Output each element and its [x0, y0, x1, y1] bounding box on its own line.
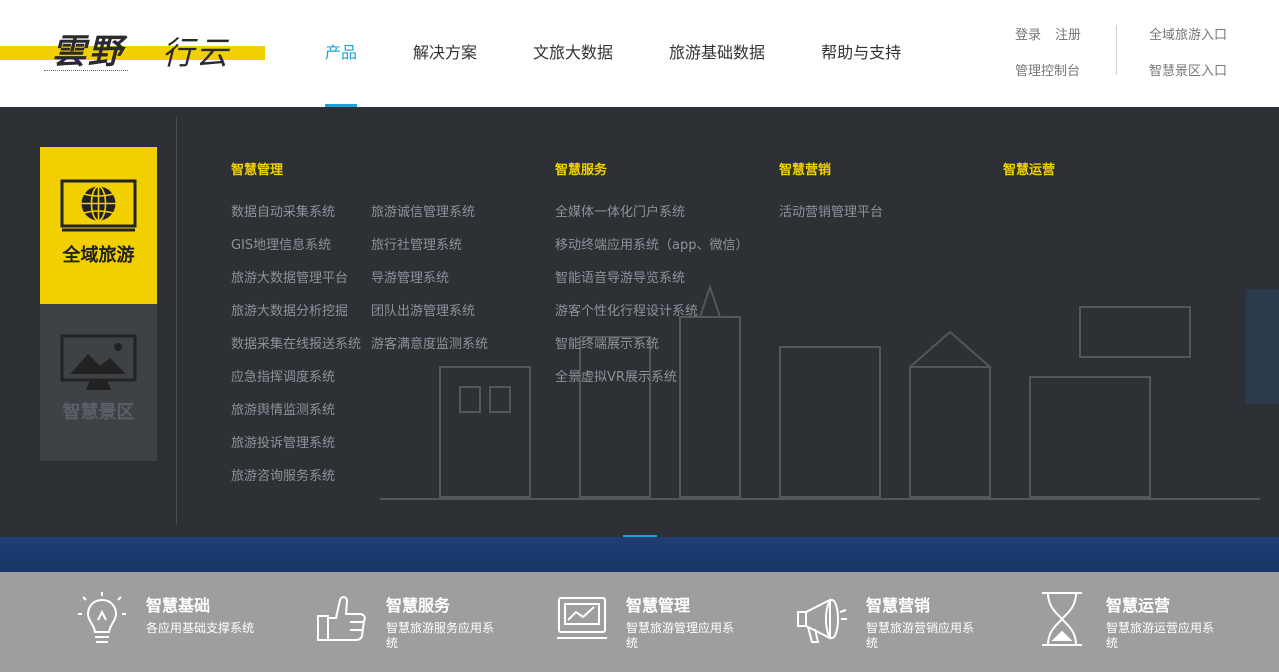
menu-item[interactable]: 旅游舆情监测系统 [231, 399, 361, 432]
menu-item[interactable]: 团队出游管理系统 [371, 300, 488, 333]
feature-description: 智慧旅游管理应用系统 [626, 621, 735, 650]
menu-item[interactable]: 旅游大数据分析挖掘 [231, 300, 361, 333]
logo-word-1: 雲野 [52, 32, 124, 72]
menu-item[interactable]: 游客个性化行程设计系统 [555, 300, 748, 333]
menu-item[interactable]: 全景虚拟VR展示系统 [555, 366, 748, 399]
nav-item-tourism-base-data[interactable]: 旅游基础数据 [669, 0, 765, 107]
feature-description: 智慧旅游服务应用系统 [386, 621, 495, 650]
menu-item[interactable]: 旅游大数据管理平台 [231, 267, 361, 300]
column-heading-management: 智慧管理 [231, 163, 284, 178]
side-floating-toolbar[interactable] [1246, 289, 1279, 404]
menu-item[interactable]: 移动终端应用系统（app、微信） [555, 234, 748, 267]
feature-description: 智慧旅游运营应用系统 [1106, 621, 1215, 650]
menu-item[interactable]: 导游管理系统 [371, 267, 488, 300]
menu-item[interactable]: 数据自动采集系统 [231, 201, 361, 234]
landscape-monitor-icon [60, 334, 137, 390]
menu-item[interactable]: 智能语音导游导览系统 [555, 267, 748, 300]
feature-description: 智慧旅游营销应用系统 [866, 621, 975, 650]
globe-icon [60, 179, 137, 232]
login-link[interactable]: 登录 [1015, 24, 1041, 43]
menu-item[interactable]: GIS地理信息系统 [231, 234, 361, 267]
column-heading-marketing: 智慧营销 [779, 163, 832, 178]
tab-smart-scenic[interactable]: 智慧景区 [40, 304, 157, 461]
feature-title: 智慧管理 [626, 596, 691, 615]
feature-title: 智慧营销 [866, 596, 931, 615]
menu-item[interactable]: 活动营销管理平台 [779, 201, 883, 234]
feature-title: 智慧基础 [146, 596, 211, 615]
nav-item-solutions[interactable]: 解决方案 [413, 0, 477, 107]
menu-item[interactable]: 旅游诚信管理系统 [371, 201, 488, 234]
menu-item[interactable]: 应急指挥调度系统 [231, 366, 361, 399]
main-nav: 产品 解决方案 文旅大数据 旅游基础数据 帮助与支持 [325, 0, 957, 107]
megaphone-icon [797, 598, 847, 643]
marketing-menu-list: 活动营销管理平台 [779, 201, 883, 234]
management-menu-list-1: 数据自动采集系统 GIS地理信息系统 旅游大数据管理平台 旅游大数据分析挖掘 数… [231, 201, 361, 498]
panel-divider [176, 117, 177, 525]
menu-item[interactable]: 旅行社管理系统 [371, 234, 488, 267]
menu-item[interactable]: 数据采集在线报送系统 [231, 333, 361, 366]
site-logo[interactable]: 雲野 行云 [0, 22, 270, 84]
header-divider [1116, 25, 1117, 75]
tab-global-tourism[interactable]: 全域旅游 [40, 147, 157, 304]
logo-underline [44, 70, 128, 71]
lightbulb-icon [78, 592, 126, 643]
feature-description: 各应用基础支撑系统 [146, 621, 255, 635]
menu-item[interactable]: 全媒体一体化门户系统 [555, 201, 748, 234]
feature-title: 智慧服务 [386, 596, 451, 615]
management-menu-list-2: 旅游诚信管理系统 旅行社管理系统 导游管理系统 团队出游管理系统 游客满意度监测… [371, 201, 488, 366]
menu-item[interactable]: 智能终端展示系统 [555, 333, 748, 366]
column-heading-operation: 智慧运营 [1003, 163, 1056, 178]
smart-scenic-entry-link[interactable]: 智慧景区入口 [1149, 60, 1227, 79]
console-link[interactable]: 管理控制台 [1015, 60, 1080, 79]
column-heading-service: 智慧服务 [555, 163, 608, 178]
feature-title: 智慧运营 [1106, 596, 1171, 615]
global-tourism-entry-link[interactable]: 全域旅游入口 [1149, 24, 1227, 43]
monitor-chart-icon [557, 597, 607, 639]
menu-item[interactable]: 游客满意度监测系统 [371, 333, 488, 366]
products-dropdown-panel: 全域旅游 智慧景区 智慧管理 智慧服务 智慧营销 智慧运营 数据自动采集系统 G… [0, 107, 1279, 537]
feature-bar: 智慧基础 各应用基础支撑系统 智慧服务 智慧旅游服务应用系统 智慧管理 智慧旅游… [0, 572, 1279, 672]
register-link[interactable]: 注册 [1055, 24, 1081, 43]
menu-item[interactable]: 旅游投诉管理系统 [231, 432, 361, 465]
nav-item-products[interactable]: 产品 [325, 0, 358, 107]
nav-item-help-support[interactable]: 帮助与支持 [821, 0, 901, 107]
banner-strip [0, 537, 1279, 572]
city-illustration-background [380, 283, 1260, 500]
logo-word-2: 行云 [162, 34, 231, 72]
menu-item[interactable]: 旅游咨询服务系统 [231, 465, 361, 498]
hourglass-icon [1042, 592, 1082, 646]
nav-item-tourism-big-data[interactable]: 文旅大数据 [533, 0, 613, 107]
thumbs-up-icon [317, 596, 366, 641]
site-header: 雲野 行云 产品 解决方案 文旅大数据 旅游基础数据 帮助与支持 登录 注册 管… [0, 0, 1279, 107]
tab-label-global-tourism: 全域旅游 [62, 245, 135, 266]
service-menu-list: 全媒体一体化门户系统 移动终端应用系统（app、微信） 智能语音导游导览系统 游… [555, 201, 748, 399]
tab-label-smart-scenic: 智慧景区 [62, 402, 135, 423]
